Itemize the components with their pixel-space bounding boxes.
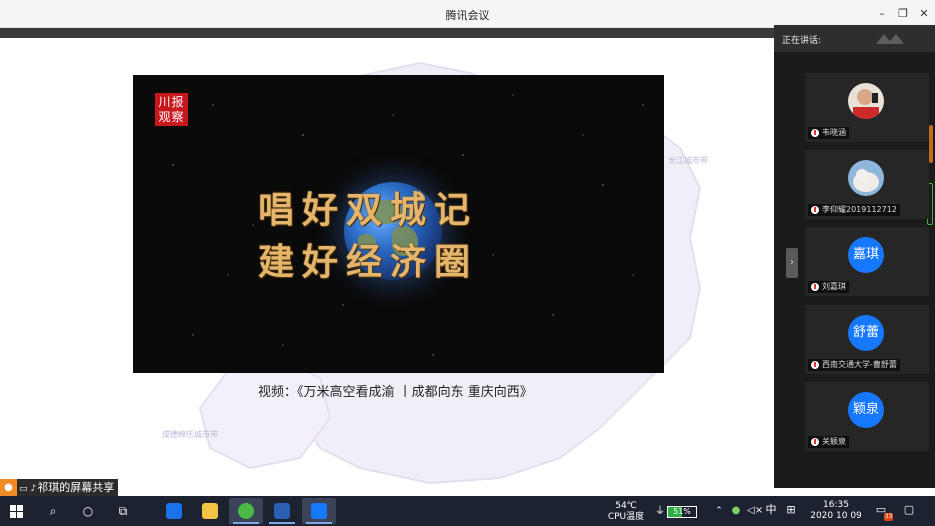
- taskbar-app-explorer[interactable]: [193, 498, 227, 524]
- window-title: 腾讯会议: [445, 9, 490, 22]
- video-title-line1: 唱好双城记: [258, 189, 479, 231]
- participant-avatar: 颖泉: [848, 392, 884, 428]
- tencent-meeting-icon: [311, 503, 327, 519]
- ime-indicator[interactable]: 中: [764, 504, 778, 515]
- task-view-icon[interactable]: ⧉: [114, 496, 132, 526]
- participant-tile[interactable]: 韦晓涵: [805, 73, 929, 142]
- participant-tile[interactable]: 颖泉 关颖泉: [805, 382, 929, 451]
- chuanbao-logo: 川报观察: [155, 93, 188, 126]
- speaking-label: 正在讲话:: [782, 36, 822, 46]
- clock[interactable]: 16:35 2020 10 09: [806, 500, 866, 522]
- participant-tile[interactable]: 李仰耀2019112712: [805, 150, 929, 219]
- desktop-icon[interactable]: ▢: [902, 504, 916, 515]
- battery-indicator[interactable]: 51%: [667, 506, 697, 518]
- mic-muted-icon: [811, 361, 819, 369]
- share-top-strip: [0, 28, 800, 38]
- participant-tile[interactable]: 嘉琪 刘嘉琪: [805, 227, 929, 296]
- taskbar-app-tencent-meeting[interactable]: [302, 498, 336, 524]
- video-frame[interactable]: 川报观察 唱好双城记 建好经济圈: [133, 75, 664, 373]
- panel-scrollbar[interactable]: [929, 125, 933, 163]
- participant-avatar: 嘉琪: [848, 237, 884, 273]
- taskbar-app-bookmark[interactable]: [157, 498, 191, 524]
- battery-percent: 51%: [673, 507, 691, 516]
- browser-icon: [238, 503, 254, 519]
- mic-muted-icon: [811, 283, 819, 291]
- map-label: 长江城市带: [668, 156, 708, 165]
- cpu-temperature[interactable]: 54℃ CPU温度: [606, 501, 646, 523]
- clock-time: 16:35: [823, 500, 849, 510]
- keyboard-icon[interactable]: ⊞: [785, 504, 797, 515]
- video-title-line2: 建好经济圈: [258, 241, 479, 283]
- share-notice-label: 祁琪的屏幕共享: [37, 481, 115, 494]
- expand-panel-button[interactable]: ›: [786, 248, 798, 278]
- taskbar: ⌕ ○ ⧉ 54℃ CPU温度 ⏚ ⌃ ● ◁× 中 ⊞ 16:35 2020 …: [0, 496, 935, 526]
- user-icon: ●: [0, 479, 17, 497]
- taskbar-app-word[interactable]: [265, 498, 299, 524]
- participant-avatar: [848, 83, 884, 119]
- screen-share-notice[interactable]: ● ▭ ♪祁琪的屏幕共享: [0, 479, 119, 497]
- cpu-temp-value: 54℃: [615, 501, 637, 511]
- taskbar-app-browser[interactable]: [229, 498, 263, 524]
- mic-muted-icon: [811, 438, 819, 446]
- tencent-meeting-logo: [876, 34, 904, 44]
- speaker-bar: 正在讲话:: [774, 25, 935, 52]
- speaker-muted-icon[interactable]: ◁×: [747, 505, 763, 516]
- participant-name: 李仰耀2019112712: [808, 204, 900, 216]
- participant-tile[interactable]: 舒蕾 西南交通大学-曹舒蕾: [805, 305, 929, 374]
- map-label: 成德绵乐城市带: [162, 430, 218, 439]
- restore-button[interactable]: ❐: [894, 5, 912, 23]
- clock-date: 2020 10 09: [810, 511, 862, 521]
- star-app-icon: [166, 503, 182, 519]
- cortana-icon[interactable]: ○: [80, 496, 96, 526]
- participant-panel: 正在讲话: › 韦晓涵 李仰耀2019112712 嘉琪 刘嘉琪 舒蕾 西南交通…: [774, 25, 935, 488]
- mic-muted-icon: [811, 129, 819, 137]
- power-plug-icon: ⏚: [655, 506, 665, 517]
- title-bar: 腾讯会议 – ❐ ✕: [0, 0, 935, 28]
- participant-avatar: [848, 160, 884, 196]
- mic-muted-icon: [811, 206, 819, 214]
- windows-logo-icon[interactable]: [10, 505, 23, 518]
- close-button[interactable]: ✕: [915, 5, 933, 23]
- word-icon: [274, 503, 290, 519]
- folder-icon: [202, 503, 218, 519]
- chevron-up-icon[interactable]: ⌃: [714, 506, 724, 517]
- participant-name: 西南交通大学-曹舒蕾: [808, 359, 900, 371]
- search-icon[interactable]: ⌕: [44, 496, 62, 526]
- video-caption: 视频：《万米高空看成渝 丨成都向东 重庆向西》: [258, 385, 533, 400]
- tray-app-icon[interactable]: ●: [730, 505, 742, 516]
- minimize-button[interactable]: –: [873, 5, 891, 23]
- cpu-temp-label: CPU温度: [607, 512, 645, 522]
- notification-badge: 33: [884, 513, 893, 521]
- participant-avatar: 舒蕾: [848, 315, 884, 351]
